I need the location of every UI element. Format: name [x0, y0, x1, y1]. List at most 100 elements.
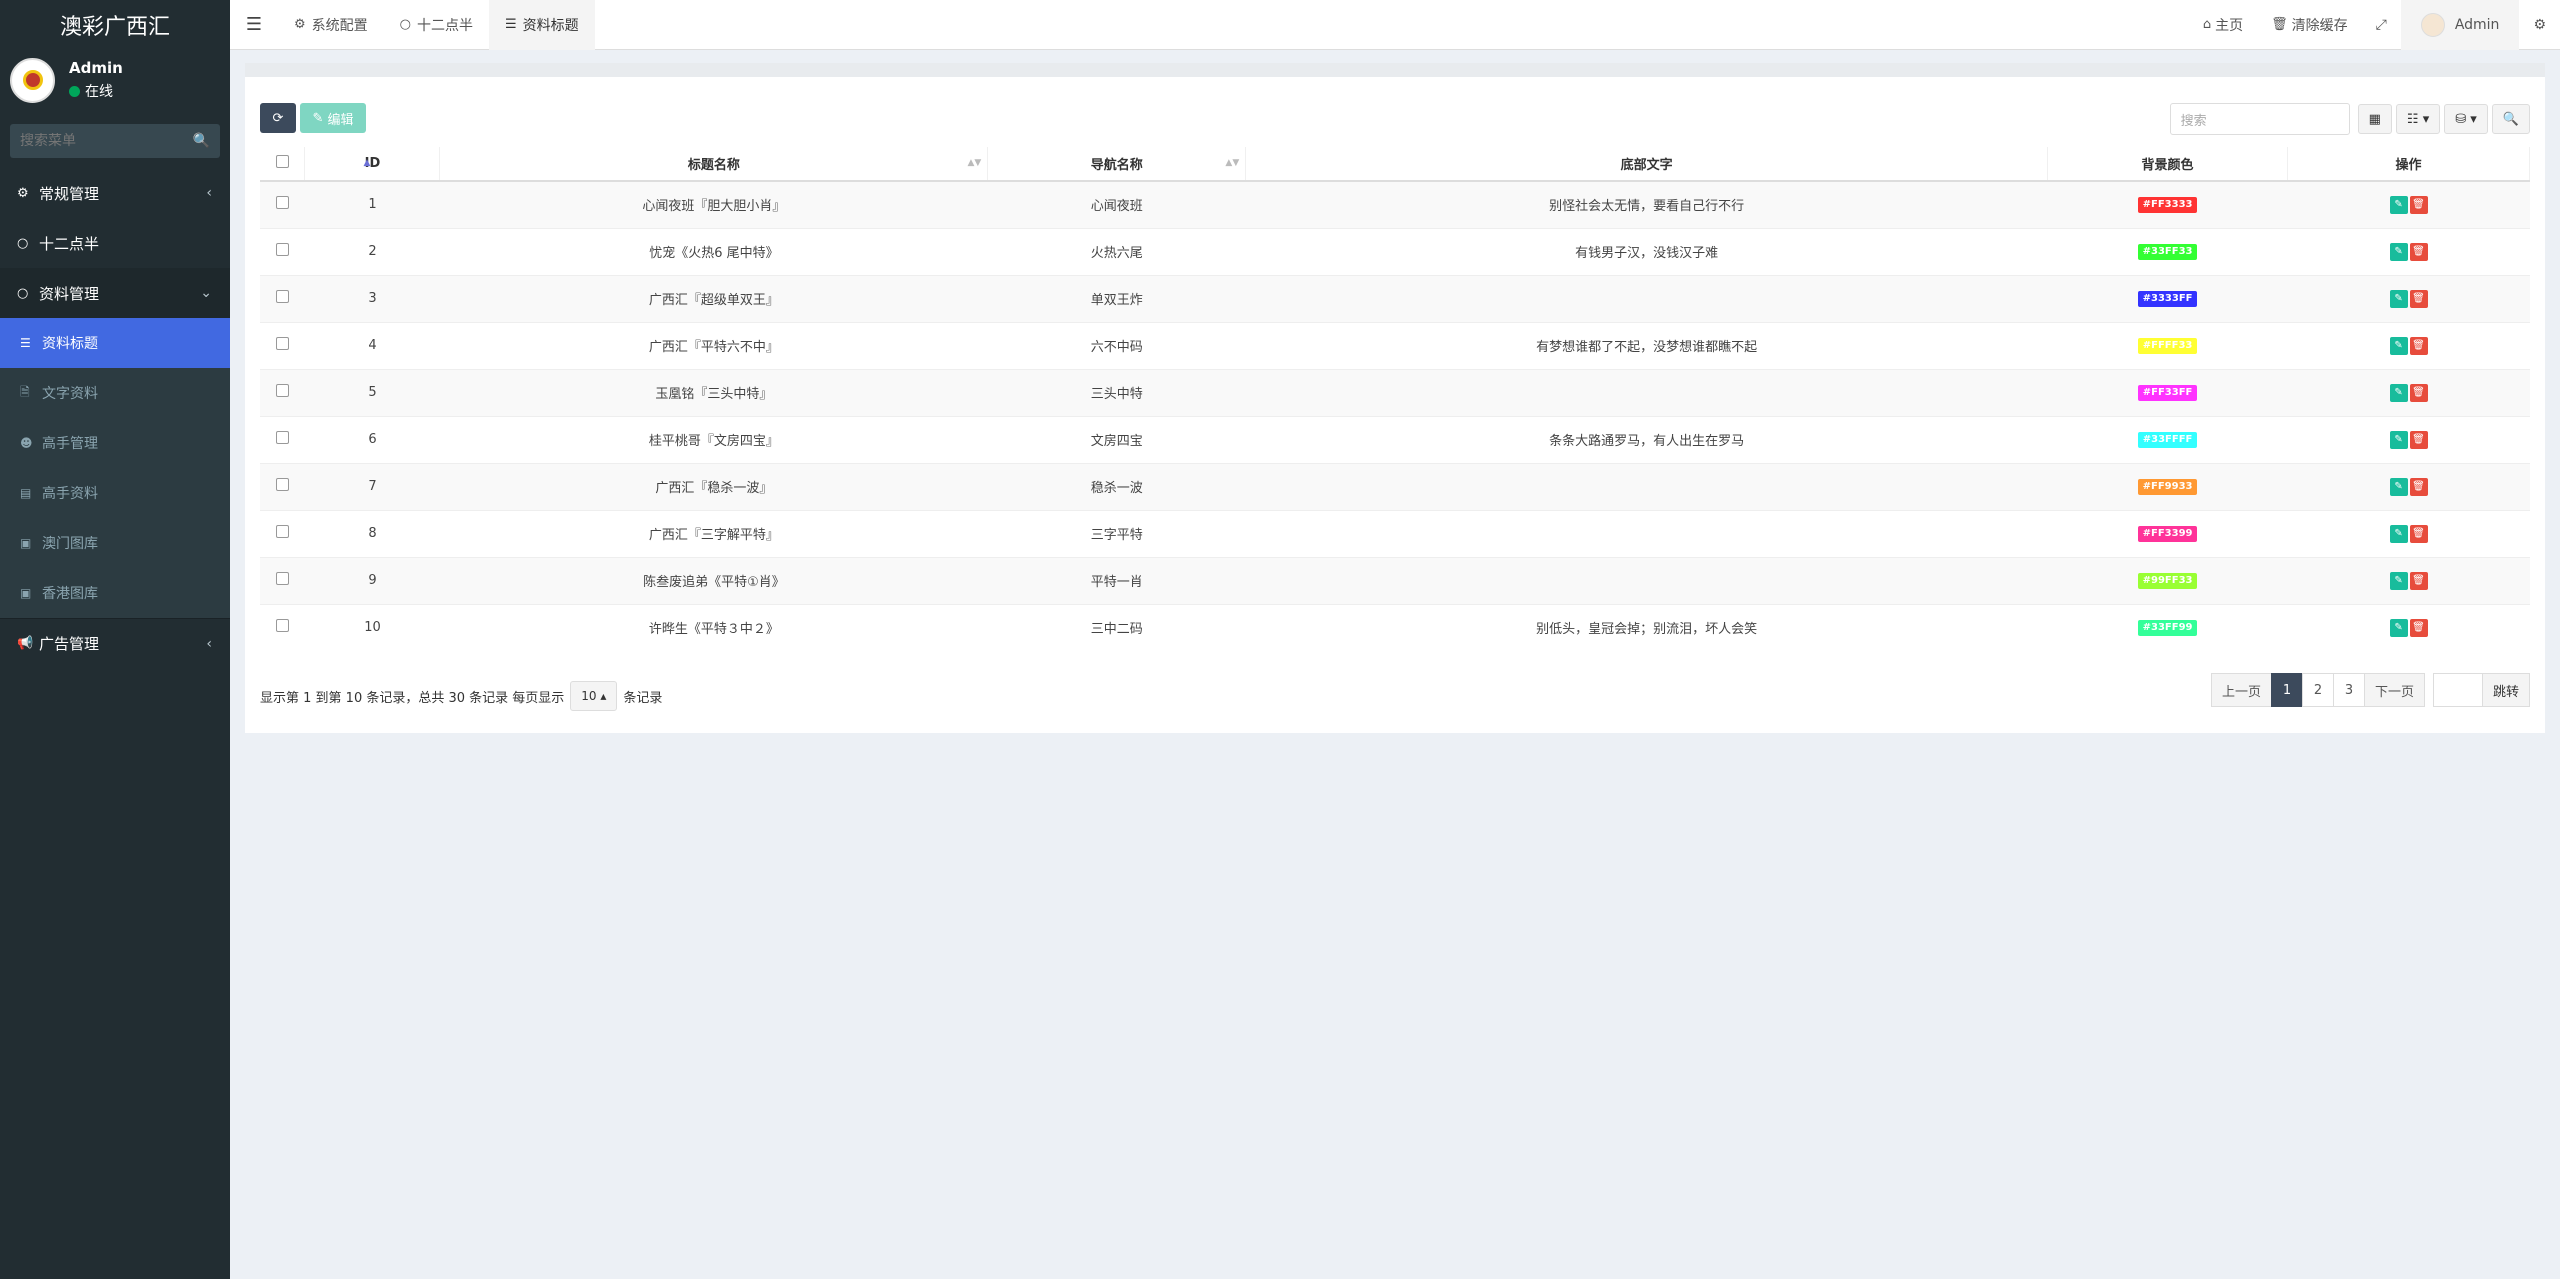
database-icon: ▤ [20, 486, 32, 500]
row-checkbox[interactable] [275, 290, 289, 303]
menu-item-data-manage[interactable]: ○ 资料管理 ⌄ [0, 268, 230, 318]
sidebar-item-expert-manage[interactable]: ☻ 高手管理 [0, 418, 230, 468]
row-edit-button[interactable]: ✎ [2389, 195, 2408, 214]
table-row[interactable]: 6 桂平桃哥『文房四宝』 文房四宝 条条大路通罗马，有人出生在罗马 #33FFFF ✎ 🗑 [260, 415, 2530, 463]
column-header-id[interactable]: ID ▲ [304, 147, 441, 182]
admin-menu[interactable]: Admin [2400, 0, 2520, 50]
sidebar-item-data-title[interactable]: ☰ 资料标题 [0, 318, 230, 368]
settings-icon[interactable]: ⚙ [2519, 0, 2560, 50]
chevron-down-icon: ⌄ [200, 285, 212, 301]
brand-logo[interactable]: 澳彩广西汇 [0, 0, 230, 50]
tab-data-title[interactable]: ☰ 资料标题 [489, 0, 595, 50]
menu-search[interactable]: 🔍 [10, 124, 220, 158]
table-row[interactable]: 8 广西汇『三字解平特』 三字平特 #FF3399 ✎ 🗑 [260, 509, 2530, 557]
table-row[interactable]: 10 许晔生《平特３中２》 三中二码 别低头，皇冠会掉；别流泪，坏人会笑 #33FF99… [260, 603, 2530, 651]
color-badge: #FF3399 [2137, 526, 2198, 542]
page-2-button[interactable]: 2 [2301, 673, 2334, 707]
row-checkbox[interactable] [275, 196, 289, 210]
fullscreen-icon[interactable]: ⤢ [2362, 0, 2401, 50]
row-checkbox[interactable] [275, 525, 289, 538]
table-row[interactable]: 4 广西汇『平特六不中』 六不中码 有梦想谁都了不起，没梦想谁都瞧不起 #FFFF33 ✎… [260, 321, 2530, 369]
row-edit-button[interactable]: ✎ [2389, 336, 2408, 355]
cell-footer-text: 有钱男子汉，没钱汉子难 [1245, 227, 2048, 275]
table-row[interactable]: 2 忧宠《火热6 尾中特》 火热六尾 有钱男子汉，没钱汉子难 #33FF33 ✎ 🗑 [260, 227, 2530, 275]
color-badge: #FFFF33 [2137, 338, 2198, 354]
page-1-button[interactable]: 1 [2270, 673, 2303, 707]
row-delete-button[interactable]: 🗑 [2409, 289, 2428, 308]
menu-item-twelve-half[interactable]: ○ 十二点半 [0, 218, 230, 268]
table-row[interactable]: 1 心闻夜班『胆大胆小肖』 心闻夜班 别怪社会太无情，要看自己行不行 #FF3333 ✎ 🗑 [260, 180, 2530, 228]
row-checkbox[interactable] [275, 243, 289, 256]
row-delete-button[interactable]: 🗑 [2409, 336, 2428, 355]
avatar [10, 57, 55, 103]
cell-nav: 三字平特 [987, 509, 1246, 557]
sidebar-item-expert-data[interactable]: ▤ 高手资料 [0, 468, 230, 518]
sidebar-item-macau-gallery[interactable]: ▣ 澳门图库 [0, 518, 230, 568]
row-delete-button[interactable]: 🗑 [2409, 430, 2428, 449]
cell-title: 心闻夜班『胆大胆小肖』 [439, 180, 988, 228]
table-search-input[interactable]: 搜索 [2169, 103, 2350, 135]
column-header-nav[interactable]: 导航名称 ▲▼ [987, 147, 1247, 182]
tab-system-config[interactable]: ⚙ 系统配置 [278, 0, 384, 50]
page-3-button[interactable]: 3 [2332, 673, 2365, 707]
select-all-header[interactable] [260, 147, 306, 182]
row-edit-button[interactable]: ✎ [2389, 242, 2408, 261]
sidebar: 澳彩广西汇 Admin 在线 🔍 ⚙ 常规管理 ‹ ○ 十二点半 ○ 资料管理 … [0, 0, 230, 1279]
row-delete-button[interactable]: 🗑 [2409, 571, 2428, 590]
advanced-search-button[interactable]: 🔍 [2491, 104, 2530, 134]
row-checkbox[interactable] [275, 572, 289, 585]
refresh-button[interactable]: ⟳ [260, 103, 296, 133]
gear-icon: ⚙ [294, 17, 306, 32]
tab-twelve-half[interactable]: ○ 十二点半 [384, 0, 489, 50]
columns-button[interactable]: ☷ ▾ [2395, 104, 2441, 134]
page-size-select[interactable]: 10 ▴ [570, 681, 618, 711]
home-link[interactable]: ⌂ 主页 [2189, 0, 2257, 50]
trash-icon: 🗑 [2412, 293, 2425, 304]
table-row[interactable]: 9 陈叁废追弟《平特①肖》 平特一肖 #99FF33 ✎ 🗑 [260, 556, 2530, 604]
jump-button[interactable]: 跳转 [2481, 673, 2530, 707]
row-edit-button[interactable]: ✎ [2389, 383, 2408, 402]
row-delete-button[interactable]: 🗑 [2409, 242, 2428, 261]
select-all-checkbox[interactable] [275, 155, 289, 168]
row-edit-button[interactable]: ✎ [2389, 430, 2408, 449]
table-row[interactable]: 3 广西汇『超级单双王』 单双王炸 #3333FF ✎ 🗑 [260, 274, 2530, 322]
toggle-view-button[interactable]: ▦ [2357, 104, 2392, 134]
column-header-title[interactable]: 标题名称 ▲▼ [439, 147, 989, 182]
row-checkbox[interactable] [275, 619, 289, 633]
row-delete-button[interactable]: 🗑 [2409, 618, 2428, 637]
prev-page-button[interactable]: 上一页 [2210, 673, 2272, 707]
row-delete-button[interactable]: 🗑 [2409, 383, 2428, 402]
next-page-button[interactable]: 下一页 [2363, 673, 2425, 707]
table-row[interactable]: 5 玉凰铭『三头中特』 三头中特 #FF33FF ✎ 🗑 [260, 368, 2530, 416]
row-edit-button[interactable]: ✎ [2389, 477, 2408, 496]
hamburger-icon[interactable]: ☰ [230, 14, 278, 35]
sidebar-item-text-data[interactable]: 🗎 文字资料 [0, 368, 230, 418]
menu-search-input[interactable] [20, 133, 193, 149]
sidebar-item-hk-gallery[interactable]: ▣ 香港图库 [0, 568, 230, 618]
row-checkbox[interactable] [275, 384, 289, 397]
export-button[interactable]: ⛁ ▾ [2444, 104, 2488, 134]
row-edit-button[interactable]: ✎ [2389, 571, 2408, 590]
pencil-icon: ✎ [2394, 622, 2403, 634]
cell-title: 广西汇『超级单双王』 [439, 274, 988, 322]
row-checkbox[interactable] [275, 337, 289, 350]
row-edit-button[interactable]: ✎ [2389, 289, 2408, 308]
clear-cache-button[interactable]: 🗑 清除缓存 [2257, 0, 2362, 50]
edit-button[interactable]: ✎ 编辑 [300, 103, 366, 133]
row-delete-button[interactable]: 🗑 [2409, 477, 2428, 496]
row-delete-button[interactable]: 🗑 [2409, 195, 2428, 214]
table-row[interactable]: 7 广西汇『稳杀一波』 稳杀一波 #FF9933 ✎ 🗑 [260, 462, 2530, 510]
jump-page-input[interactable] [2432, 673, 2483, 707]
cell-title: 忧宠《火热6 尾中特》 [439, 227, 988, 275]
row-edit-button[interactable]: ✎ [2389, 524, 2408, 543]
row-checkbox[interactable] [275, 478, 289, 491]
cell-id: 10 [304, 603, 440, 651]
row-delete-button[interactable]: 🗑 [2409, 524, 2428, 543]
trash-icon: 🗑 [2412, 481, 2425, 492]
search-icon[interactable]: 🔍 [193, 133, 210, 149]
row-checkbox[interactable] [275, 431, 289, 444]
cell-title: 许晔生《平特３中２》 [439, 603, 988, 651]
row-edit-button[interactable]: ✎ [2389, 618, 2408, 637]
menu-item-ads[interactable]: 📢 广告管理 ‹ [0, 618, 230, 668]
menu-item-general[interactable]: ⚙ 常规管理 ‹ [0, 168, 230, 218]
